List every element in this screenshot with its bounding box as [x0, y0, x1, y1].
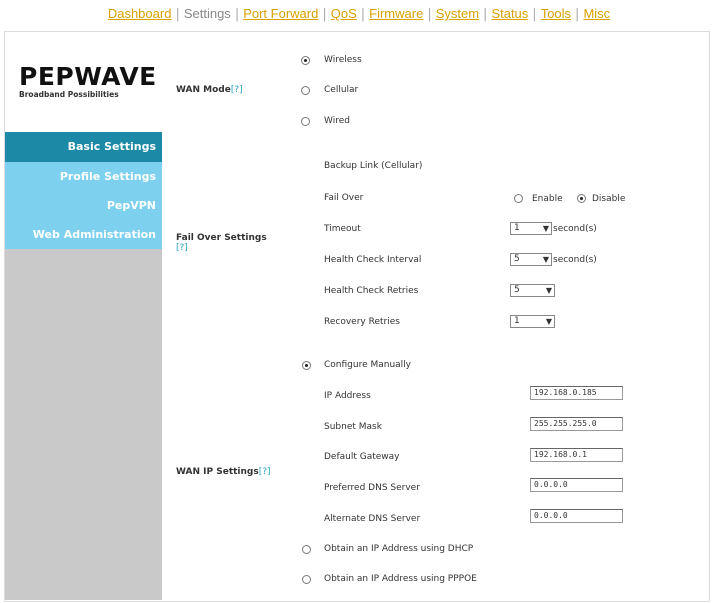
nav-misc[interactable]: Misc: [583, 6, 610, 21]
wan-mode-title: WAN Mode: [176, 85, 231, 95]
recovery-retries-select[interactable]: 1 ▼: [510, 315, 555, 328]
health-check-interval-unit: second(s): [553, 255, 597, 265]
chevron-down-icon: ▼: [545, 317, 552, 326]
nav-qos[interactable]: QoS: [331, 6, 357, 21]
health-check-interval-select[interactable]: 5 ▼: [510, 253, 552, 266]
wan-mode-cellular-radio[interactable]: [301, 86, 310, 95]
sidebar-item-basic-settings[interactable]: Basic Settings: [5, 132, 162, 162]
fail-over-enable-radio[interactable]: [514, 194, 523, 203]
dhcp-label: Obtain an IP Address using DHCP: [324, 544, 474, 554]
backup-link-label: Backup Link (Cellular): [324, 161, 423, 171]
sidebar-item-profile-settings[interactable]: Profile Settings: [5, 162, 162, 191]
nav-tools[interactable]: Tools: [541, 6, 571, 21]
health-check-interval-value: 5: [514, 254, 520, 264]
nav-port-forward[interactable]: Port Forward: [243, 6, 318, 21]
nav-dashboard[interactable]: Dashboard: [108, 6, 172, 21]
nav-settings[interactable]: Settings: [184, 6, 231, 21]
wan-mode-help-link[interactable]: [?]: [231, 85, 243, 95]
configure-manually-label: Configure Manually: [324, 360, 412, 370]
health-check-interval-label: Health Check Interval: [324, 255, 422, 265]
failover-title: Fail Over Settings: [176, 233, 267, 243]
fail-over-label: Fail Over: [324, 193, 364, 203]
dhcp-radio[interactable]: [302, 545, 311, 554]
recovery-retries-label: Recovery Retries: [324, 317, 400, 327]
pppoe-radio[interactable]: [302, 575, 311, 584]
recovery-retries-value: 1: [514, 316, 520, 326]
alternate-dns-input[interactable]: 0.0.0.0: [530, 509, 623, 523]
nav-separator: |: [175, 7, 180, 22]
sidebar-item-pepvpn[interactable]: PepVPN: [5, 191, 162, 220]
sidebar-item-web-administration[interactable]: Web Administration: [5, 220, 162, 249]
sidebar-menu: Basic Settings Profile Settings PepVPN W…: [5, 132, 162, 249]
nav-separator: |: [322, 7, 327, 22]
health-check-retries-value: 5: [514, 285, 520, 295]
nav-system[interactable]: System: [436, 6, 479, 21]
ip-address-label: IP Address: [324, 391, 371, 401]
timeout-label: Timeout: [324, 224, 361, 234]
nav-separator: |: [234, 7, 240, 22]
brand-logo: PEPWAVE: [19, 62, 157, 91]
chevron-down-icon: ▼: [542, 255, 549, 264]
nav-separator: |: [532, 7, 537, 22]
wan-ip-section-label: WAN IP Settings[?]: [176, 467, 271, 477]
failover-section-label: Fail Over Settings [?]: [176, 233, 291, 253]
nav-separator: |: [427, 7, 432, 22]
wan-mode-wired-radio[interactable]: [301, 117, 310, 126]
subnet-mask-input[interactable]: 255.255.255.0: [530, 417, 623, 431]
default-gateway-input[interactable]: 192.168.0.1: [530, 448, 623, 462]
configure-manually-radio[interactable]: [302, 361, 311, 370]
brand-tagline: Broadband Possibilities: [19, 90, 119, 99]
wan-mode-wired-label: Wired: [324, 116, 350, 126]
sidebar: PEPWAVE Broadband Possibilities Basic Se…: [5, 32, 162, 600]
fail-over-enable-label: Enable: [532, 194, 563, 204]
health-check-retries-label: Health Check Retries: [324, 286, 419, 296]
wan-mode-wireless-radio[interactable]: [301, 56, 310, 65]
top-navigation: Dashboard | Settings | Port Forward | QoS | Firm…: [0, 0, 718, 28]
timeout-value: 1: [514, 223, 520, 233]
preferred-dns-label: Preferred DNS Server: [324, 483, 420, 493]
pppoe-label: Obtain an IP Address using PPPOE: [324, 574, 477, 584]
fail-over-disable-label: Disable: [592, 194, 626, 204]
nav-firmware[interactable]: Firmware: [369, 6, 423, 21]
preferred-dns-input[interactable]: 0.0.0.0: [530, 478, 623, 492]
failover-help-link[interactable]: [?]: [176, 243, 188, 253]
subnet-mask-label: Subnet Mask: [324, 422, 382, 432]
fail-over-disable-radio[interactable]: [577, 194, 586, 203]
ip-address-input[interactable]: 192.168.0.185: [530, 386, 623, 400]
nav-separator: |: [483, 7, 488, 22]
default-gateway-label: Default Gateway: [324, 452, 400, 462]
chevron-down-icon: ▼: [542, 224, 549, 233]
nav-separator: |: [360, 7, 366, 22]
wan-ip-title: WAN IP Settings: [176, 467, 259, 477]
nav-status[interactable]: Status: [491, 6, 528, 21]
health-check-retries-select[interactable]: 5 ▼: [510, 284, 555, 297]
wan-mode-label: WAN Mode[?]: [176, 85, 243, 95]
alternate-dns-label: Alternate DNS Server: [324, 514, 421, 524]
wan-ip-help-link[interactable]: [?]: [259, 467, 271, 477]
wan-mode-cellular-label: Cellular: [324, 85, 359, 95]
wan-mode-wireless-label: Wireless: [324, 55, 362, 65]
chevron-down-icon: ▼: [545, 286, 552, 295]
nav-separator: |: [575, 7, 580, 22]
logo-area: PEPWAVE Broadband Possibilities: [5, 32, 162, 132]
timeout-unit: second(s): [553, 224, 597, 234]
timeout-select[interactable]: 1 ▼: [510, 222, 552, 235]
